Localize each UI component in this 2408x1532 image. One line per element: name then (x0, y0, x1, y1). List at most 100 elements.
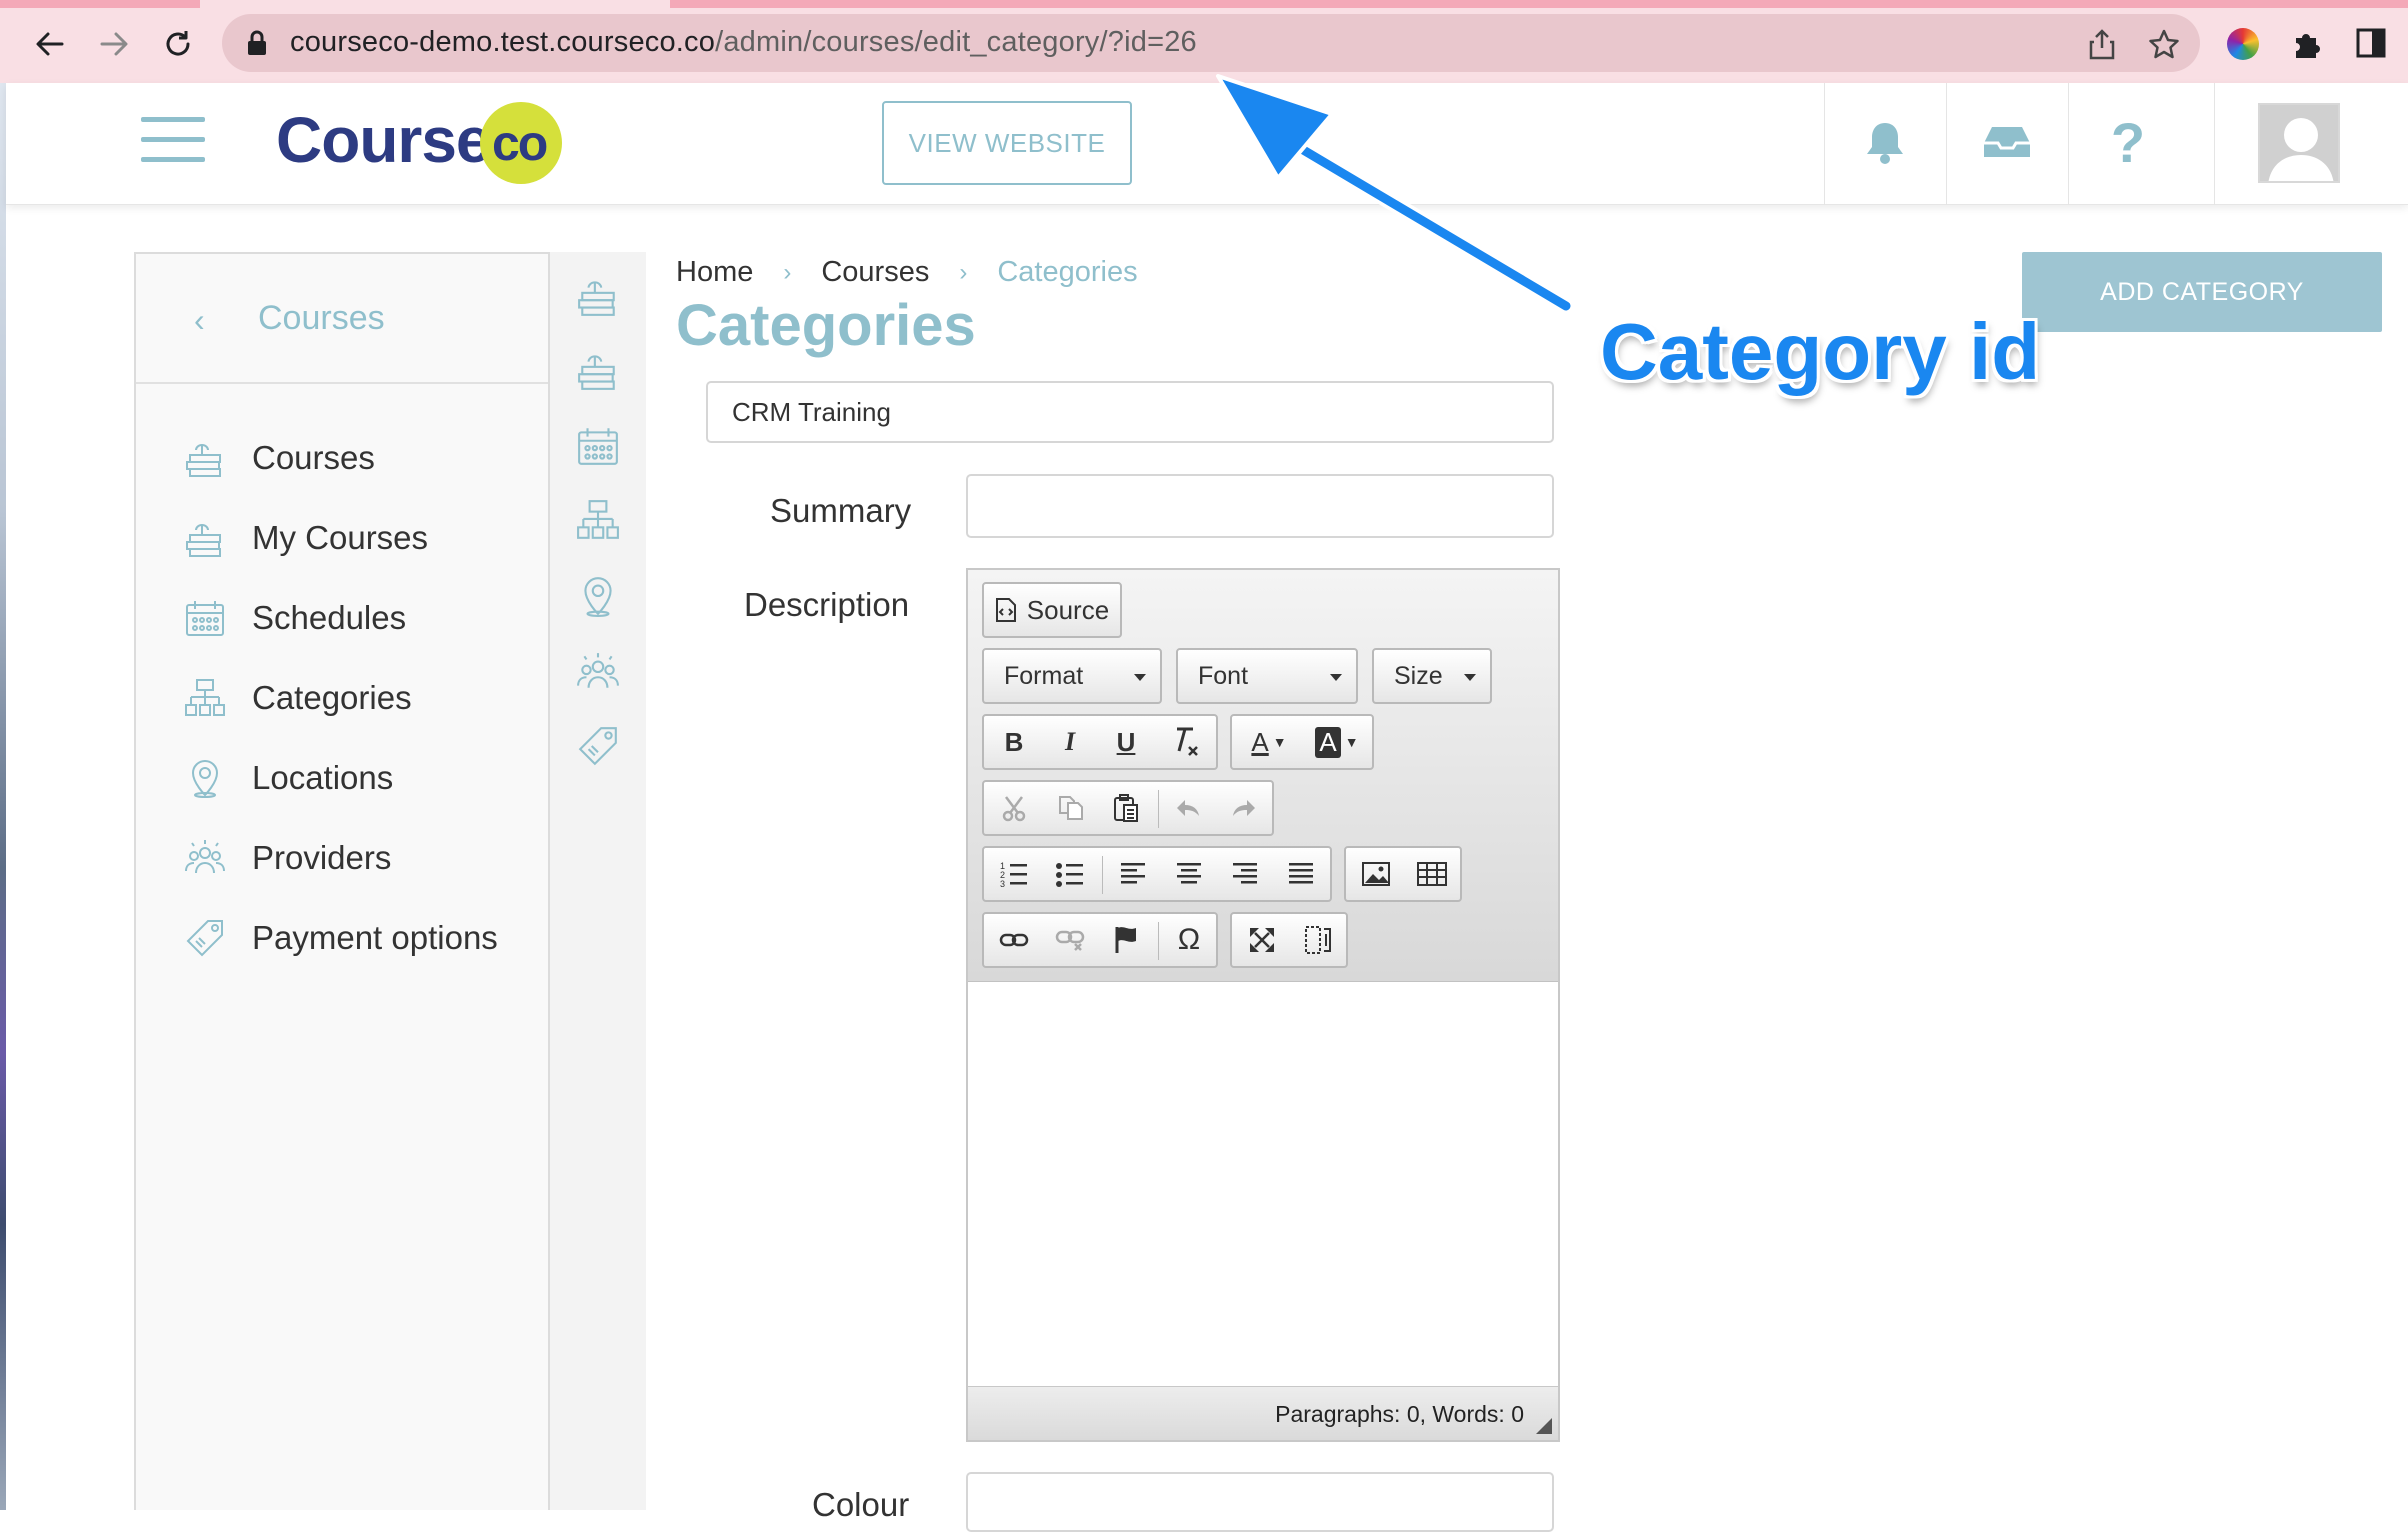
sidebar-item-categories[interactable]: Categories (184, 668, 412, 728)
logo-badge-text: co (492, 115, 548, 171)
sidebar-item-locations[interactable]: Locations (184, 748, 393, 808)
source-button-inner: Source (984, 584, 1120, 636)
description-label: Description (744, 586, 910, 623)
editor-status-bar: Paragraphs: 0, Words: 0 (968, 1386, 1558, 1440)
format-dropdown[interactable]: Format (982, 648, 1162, 704)
editor-content-area[interactable] (968, 982, 1558, 1384)
source-button[interactable]: Source (982, 582, 1122, 638)
forward-icon[interactable] (92, 22, 136, 66)
back-icon[interactable] (28, 22, 72, 66)
font-dropdown[interactable]: Font (1176, 648, 1358, 704)
word-count: Paragraphs: 0, Words: 0 (1275, 1401, 1524, 1427)
url-text[interactable]: courseco-demo.test.courseco.co/admin/cou… (290, 26, 1197, 59)
user-avatar[interactable] (2258, 103, 2340, 183)
remove-format-icon[interactable] (1156, 716, 1212, 768)
align-left-icon[interactable] (1106, 848, 1160, 900)
view-website-button[interactable]: VIEW WEBSITE (882, 101, 1132, 185)
anchor-flag-icon[interactable] (1100, 914, 1152, 966)
source-label: Source (1026, 594, 1110, 625)
special-character-button[interactable]: Ω (1162, 914, 1216, 966)
maximize-icon[interactable] (1236, 914, 1288, 966)
sidebar-item-schedules[interactable]: Schedules (184, 588, 406, 648)
share-icon[interactable] (2088, 28, 2116, 60)
redo-icon[interactable] (1218, 782, 1270, 834)
colour-input[interactable] (966, 1472, 1554, 1532)
align-right-icon[interactable] (1218, 848, 1272, 900)
logo-wordmark[interactable]: Course (276, 103, 491, 177)
annotation-label: Category id (1600, 307, 2041, 396)
calendar-icon[interactable] (576, 424, 620, 468)
summary-input[interactable] (966, 474, 1554, 538)
size-label: Size (1394, 661, 1443, 690)
show-blocks-icon[interactable] (1292, 914, 1344, 966)
breadcrumb-courses[interactable]: Courses (821, 256, 929, 289)
sidebar-item-courses[interactable]: Courses (184, 428, 375, 488)
hierarchy-icon[interactable] (576, 498, 620, 542)
background-color-button[interactable]: A ▼ (1304, 716, 1370, 768)
sidebar-header[interactable]: ‹ Courses (136, 254, 548, 384)
reload-icon[interactable] (156, 22, 200, 66)
lock-icon[interactable] (246, 30, 268, 56)
text-color-button[interactable]: A ▼ (1236, 716, 1302, 768)
price-tag-icon[interactable] (576, 724, 620, 768)
svg-text:3: 3 (1000, 879, 1005, 888)
unlink-icon[interactable] (1044, 914, 1096, 966)
toolbar-separator (1102, 856, 1103, 894)
sidebar-item-providers[interactable]: Providers (184, 828, 391, 888)
toolbar-separator (1158, 790, 1159, 828)
notifications-bell-icon[interactable] (1855, 110, 1915, 174)
breadcrumb: Home › Courses › Categories (676, 256, 1138, 289)
breadcrumb-home[interactable]: Home (676, 256, 753, 289)
add-category-button[interactable]: ADD CATEGORY (2022, 252, 2382, 332)
font-label: Font (1198, 661, 1249, 690)
insert-group (1344, 846, 1462, 902)
copy-icon[interactable] (1044, 782, 1096, 834)
chevron-left-icon[interactable]: ‹ (194, 302, 205, 339)
course-stack-icon[interactable] (576, 348, 620, 392)
inbox-tray-icon[interactable] (1977, 110, 2037, 174)
bold-button[interactable]: B (988, 716, 1040, 768)
numbered-list-icon[interactable]: 123 (988, 848, 1040, 900)
basic-styles-group: B I U (982, 714, 1218, 770)
hamburger-menu-icon[interactable] (141, 117, 205, 169)
table-icon[interactable] (1406, 848, 1458, 900)
side-panel-icon[interactable] (2356, 28, 2386, 58)
browser-tab-strip (0, 0, 2408, 8)
underline-button[interactable]: U (1100, 716, 1152, 768)
bulleted-list-icon[interactable] (1044, 848, 1096, 900)
breadcrumb-current: Categories (997, 256, 1138, 288)
category-name-input[interactable]: CRM Training (706, 381, 1554, 443)
desktop-edge (0, 83, 6, 1510)
course-stack-icon (186, 444, 221, 477)
editor-toolbar: Source Format Font Size B I U A ▼ A ▼ 1 … (968, 570, 1558, 982)
sidebar-title[interactable]: Courses (258, 299, 385, 338)
format-label: Format (1004, 661, 1084, 690)
bookmark-star-icon[interactable] (2148, 28, 2180, 60)
sidebar-item-label: Providers (252, 839, 392, 876)
size-dropdown[interactable]: Size (1372, 648, 1492, 704)
sidebar-item-my-courses[interactable]: My Courses (184, 508, 428, 568)
resize-handle-icon[interactable] (1536, 1418, 1552, 1434)
link-icon[interactable] (988, 914, 1040, 966)
sidebar-item-payment-options[interactable]: Payment options (184, 908, 498, 968)
italic-button[interactable]: I (1044, 716, 1096, 768)
chevron-down-icon (1464, 674, 1476, 681)
colour-label: Colour (812, 1486, 910, 1523)
people-group-icon[interactable] (576, 650, 620, 694)
chevron-down-icon: ▼ (1344, 734, 1359, 750)
url-host: courseco-demo.test.courseco.co (290, 26, 716, 58)
justify-icon[interactable] (1274, 848, 1328, 900)
color-extension-icon[interactable] (2227, 28, 2259, 60)
course-stack-icon[interactable] (576, 274, 620, 318)
image-icon[interactable] (1350, 848, 1402, 900)
summary-label: Summary (770, 492, 912, 529)
paste-icon[interactable] (1100, 782, 1152, 834)
page-title: Categories (676, 293, 976, 358)
align-center-icon[interactable] (1162, 848, 1216, 900)
undo-icon[interactable] (1162, 782, 1214, 834)
help-icon[interactable]: ? (2098, 110, 2158, 174)
cut-icon[interactable] (988, 782, 1040, 834)
sidebar-item-label: My Courses (252, 519, 429, 556)
location-pin-icon[interactable] (576, 574, 620, 618)
extensions-puzzle-icon[interactable] (2290, 28, 2322, 60)
